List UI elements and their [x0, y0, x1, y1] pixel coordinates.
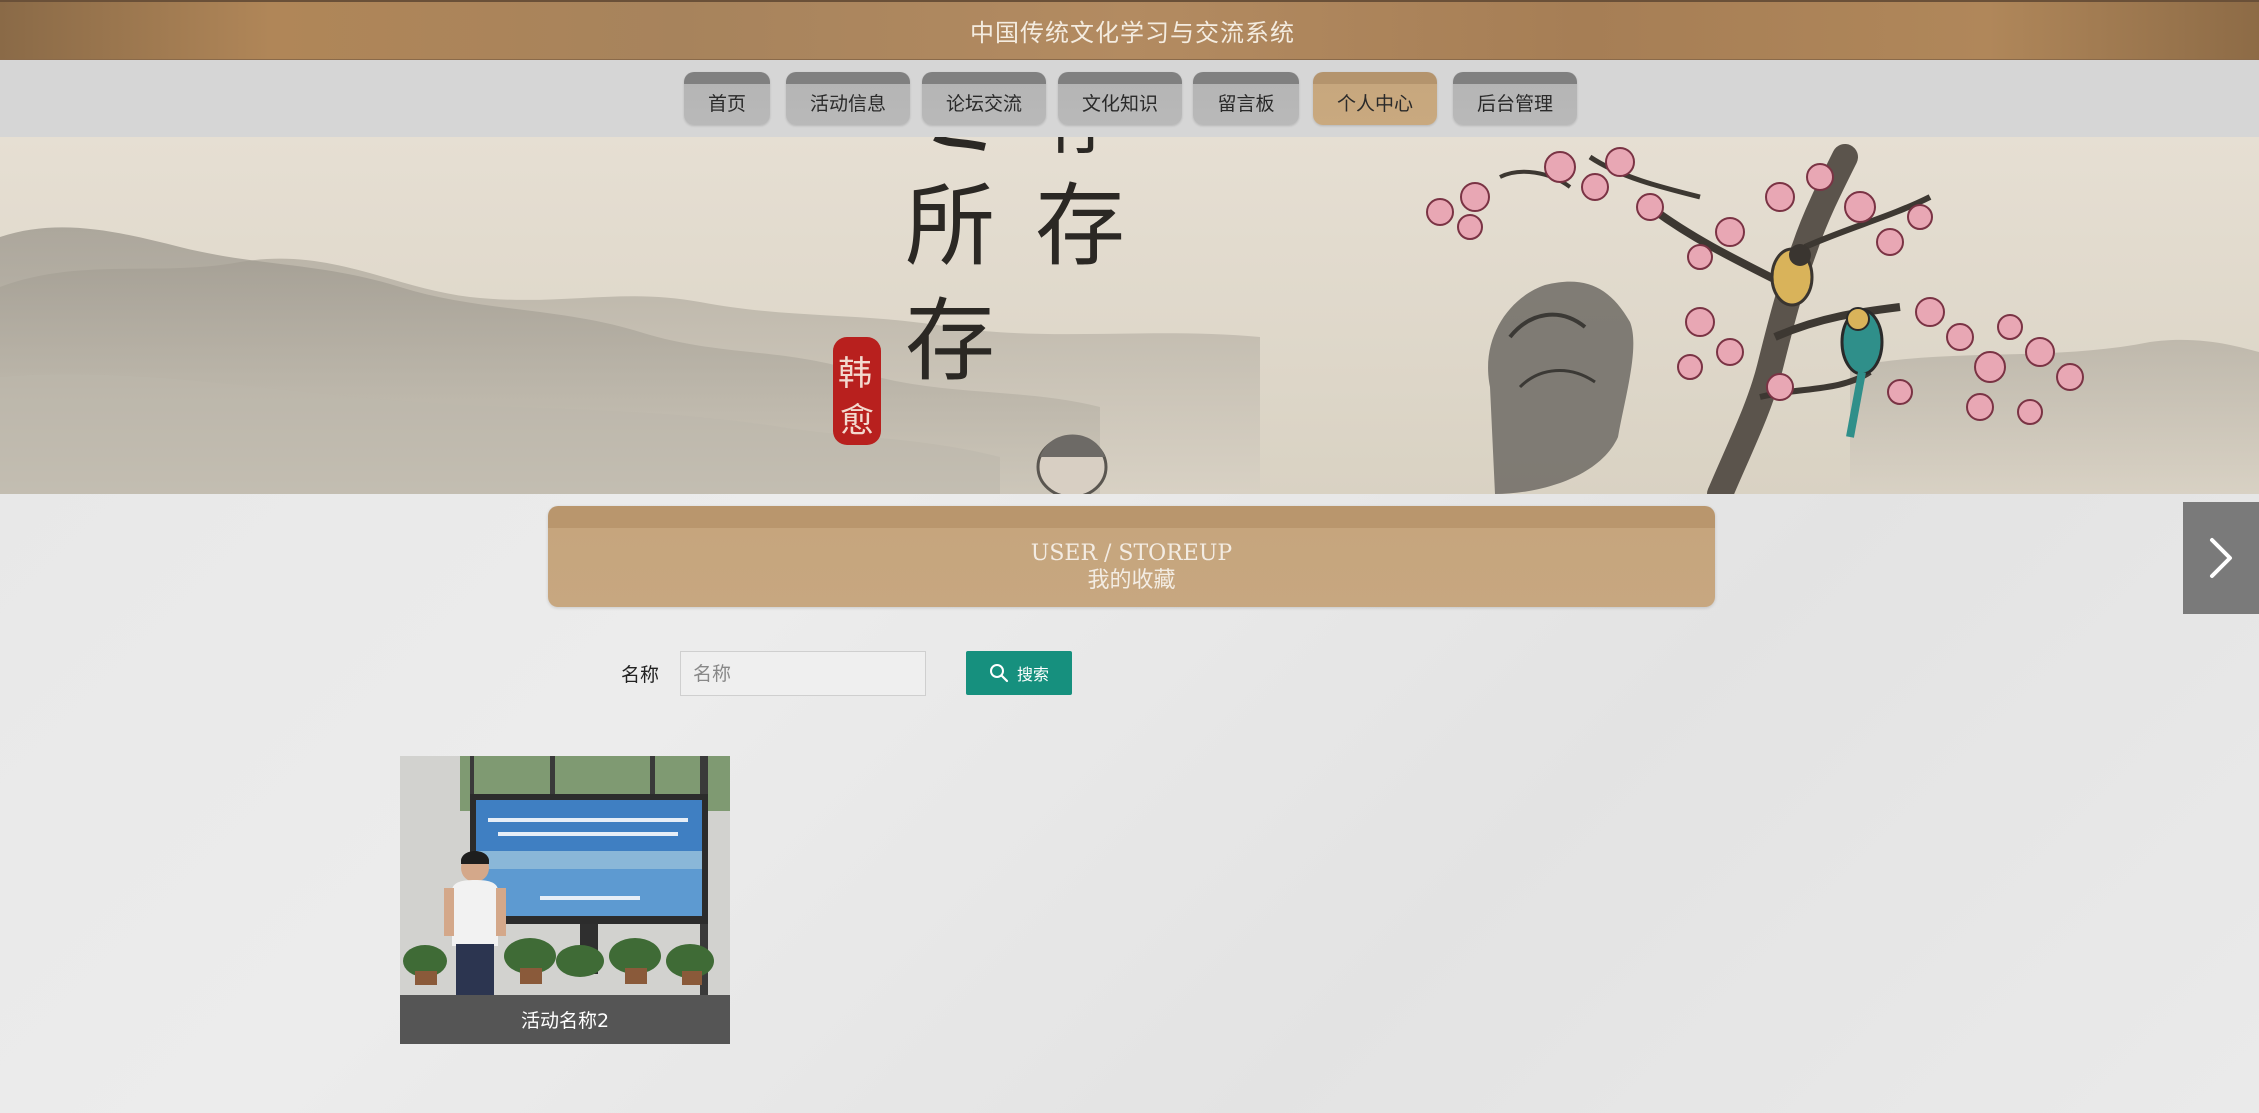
app-header: 中国传统文化学习与交流系统 [0, 0, 2259, 60]
section-header: USER / STOREUP 我的收藏 [548, 506, 1715, 607]
nav-message-board[interactable]: 留言板 [1193, 72, 1299, 125]
calligraphy-char: 存 [1035, 174, 1125, 279]
search-input[interactable] [680, 651, 926, 696]
search-label: 名称 [621, 664, 660, 686]
card-title: 活动名称2 [400, 995, 730, 1044]
next-arrow-button[interactable] [2183, 502, 2259, 614]
chevron-right-icon [2210, 538, 2232, 578]
nav-admin[interactable]: 后台管理 [1453, 72, 1577, 125]
card-photo [400, 756, 730, 995]
banner-image: 所 存 存 存 韩 愈 [0, 137, 2259, 494]
nav-home[interactable]: 首页 [684, 72, 770, 125]
nav-home-label: 首页 [707, 93, 746, 115]
nav-culture-knowledge[interactable]: 文化知识 [1058, 72, 1182, 125]
nav-forum[interactable]: 论坛交流 [922, 72, 1046, 125]
nav-activities[interactable]: 活动信息 [786, 72, 910, 125]
nav-personal-center[interactable]: 个人中心 [1313, 72, 1437, 125]
calligraphy-char: 存 [1045, 137, 1115, 164]
calligraphy-char: 存 [905, 289, 995, 394]
nav-message-board-label: 留言板 [1217, 93, 1275, 115]
nav-culture-knowledge-label: 文化知识 [1081, 93, 1158, 115]
search-icon [989, 664, 1009, 683]
search-button[interactable]: 搜索 [966, 651, 1072, 695]
search-button-label: 搜索 [1016, 665, 1049, 684]
section-title-en: USER / STOREUP [1030, 540, 1233, 566]
calligraphy-char: 所 [905, 174, 995, 279]
nav-admin-label: 后台管理 [1476, 93, 1553, 115]
main-nav: 首页 活动信息 论坛交流 文化知识 留言板 个人中心 后台管理 [0, 60, 2259, 137]
svg-text:愈: 愈 [840, 401, 874, 441]
app-title: 中国传统文化学习与交流系统 [970, 19, 1295, 47]
seal-text: 韩 [838, 354, 872, 394]
nav-activities-label: 活动信息 [809, 93, 886, 115]
nav-personal-center-label: 个人中心 [1336, 93, 1413, 115]
favorite-card[interactable]: 活动名称2 [400, 756, 730, 1044]
section-title-cn: 我的收藏 [1087, 567, 1176, 593]
nav-forum-label: 论坛交流 [945, 93, 1022, 115]
